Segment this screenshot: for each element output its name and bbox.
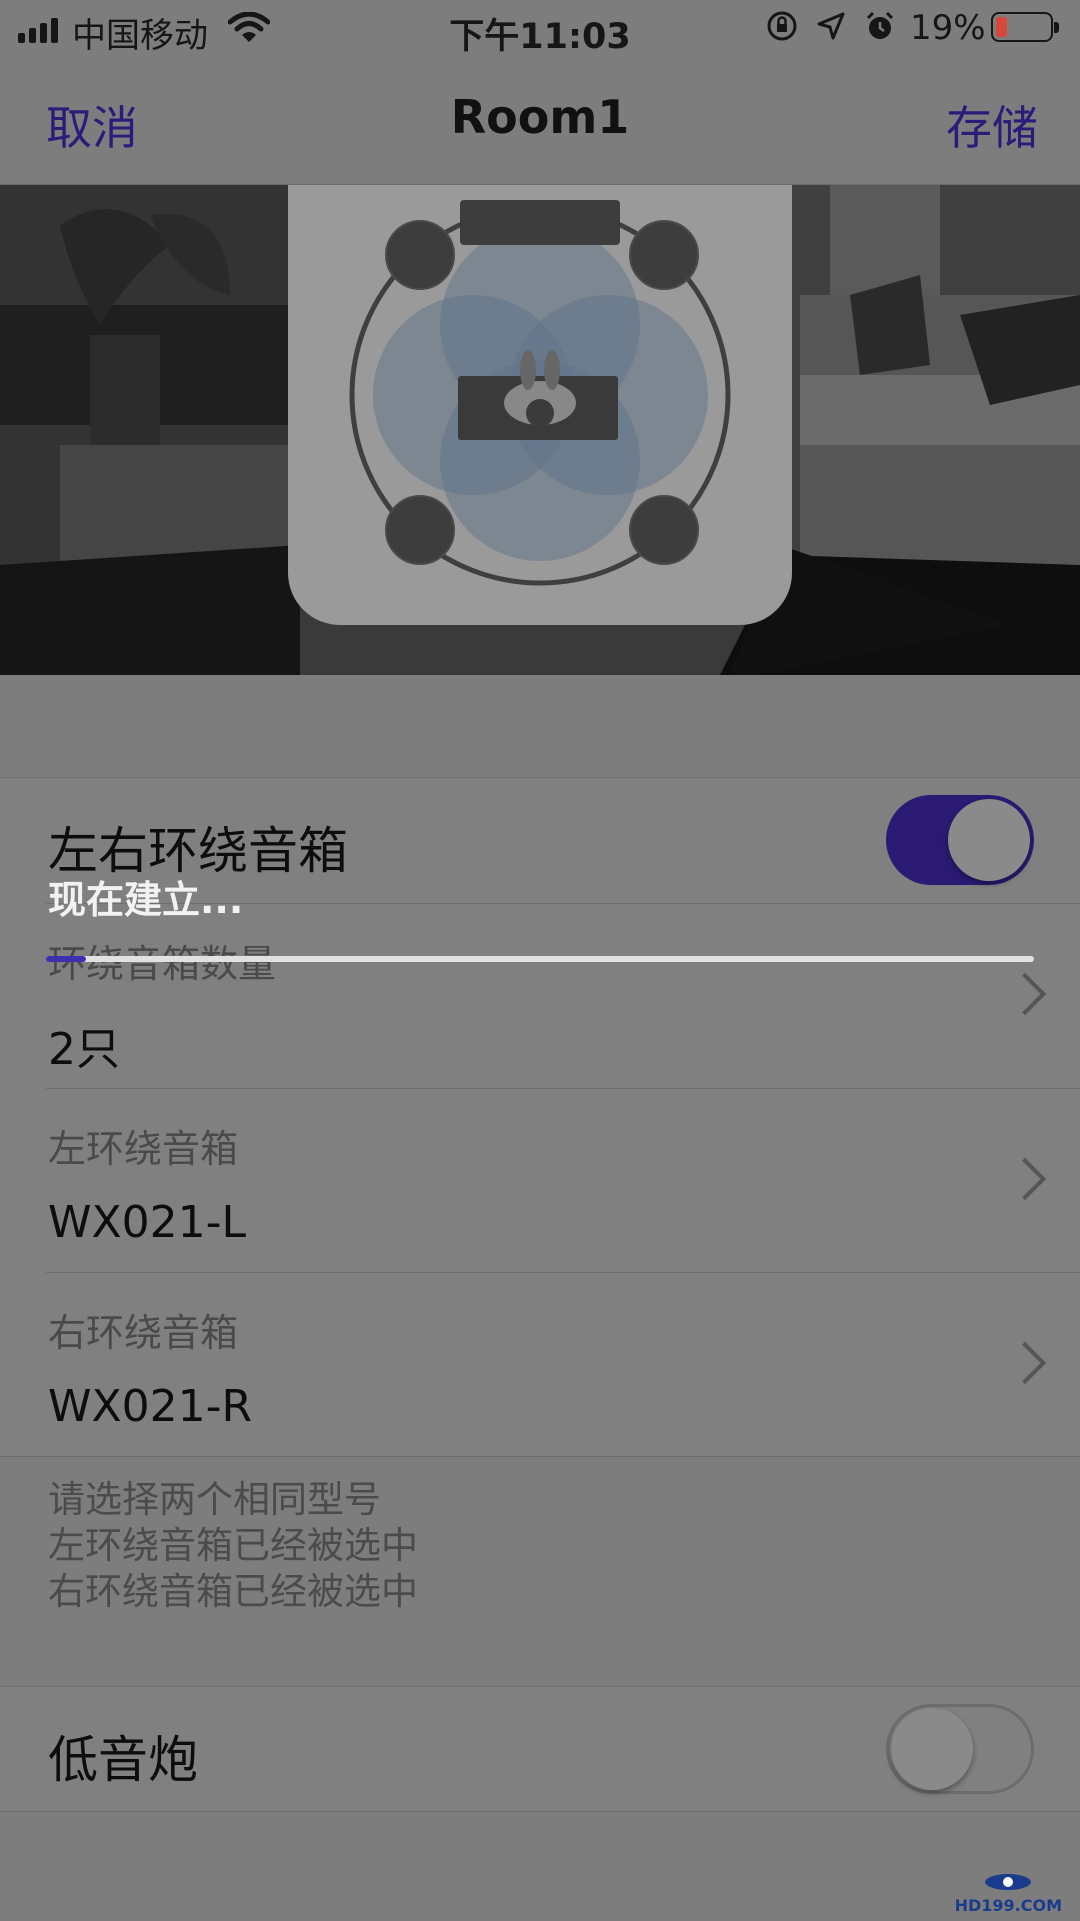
speaker-count-value: 2只 (48, 1024, 120, 1075)
hint-text: 请选择两个相同型号 左环绕音箱已经被选中 右环绕音箱已经被选中 (48, 1477, 418, 1615)
hint-line: 请选择两个相同型号 (48, 1478, 381, 1521)
left-surround-label: 左环绕音箱 (48, 1127, 239, 1171)
page-title: Room1 (450, 90, 630, 144)
watermark: HD199.COM (955, 1872, 1062, 1915)
battery-percent: 19% (910, 8, 986, 48)
status-bar: 中国移动 下午11:03 19% (0, 0, 1080, 58)
progress-status-text: 现在建立... (48, 878, 244, 922)
hint-line: 右环绕音箱已经被选中 (48, 1570, 418, 1613)
room-preview (0, 185, 1080, 675)
chevron-right-icon (1003, 1157, 1047, 1201)
subwoofer-toggle[interactable] (886, 1704, 1034, 1794)
tv-icon (460, 200, 620, 245)
chevron-right-icon (1003, 972, 1047, 1016)
watermark-text: HD199.COM (954, 1896, 1062, 1915)
alarm-icon (866, 11, 894, 39)
right-surround-value: WX021-R (48, 1381, 253, 1432)
rotation-lock-icon (767, 11, 797, 41)
subwoofer-section: 低音炮 (0, 1686, 1080, 1812)
location-icon (817, 12, 845, 40)
battery-icon (991, 12, 1059, 42)
progress-bar (46, 956, 1034, 962)
navigation-bar: 取消 Room1 存储 (0, 58, 1080, 185)
left-surround-value: WX021-L (48, 1197, 247, 1248)
chevron-right-icon (1003, 1341, 1047, 1385)
subwoofer-title: 低音炮 (48, 1731, 198, 1789)
hint-line: 左环绕音箱已经被选中 (48, 1524, 418, 1567)
save-button[interactable]: 存储 (946, 92, 1038, 158)
progress-bar-fill (46, 956, 86, 962)
speaker-layout-diagram (288, 185, 792, 625)
surround-toggle[interactable] (886, 795, 1034, 885)
eye-logo-icon (985, 1874, 1032, 1890)
right-surround-label: 右环绕音箱 (48, 1311, 239, 1355)
